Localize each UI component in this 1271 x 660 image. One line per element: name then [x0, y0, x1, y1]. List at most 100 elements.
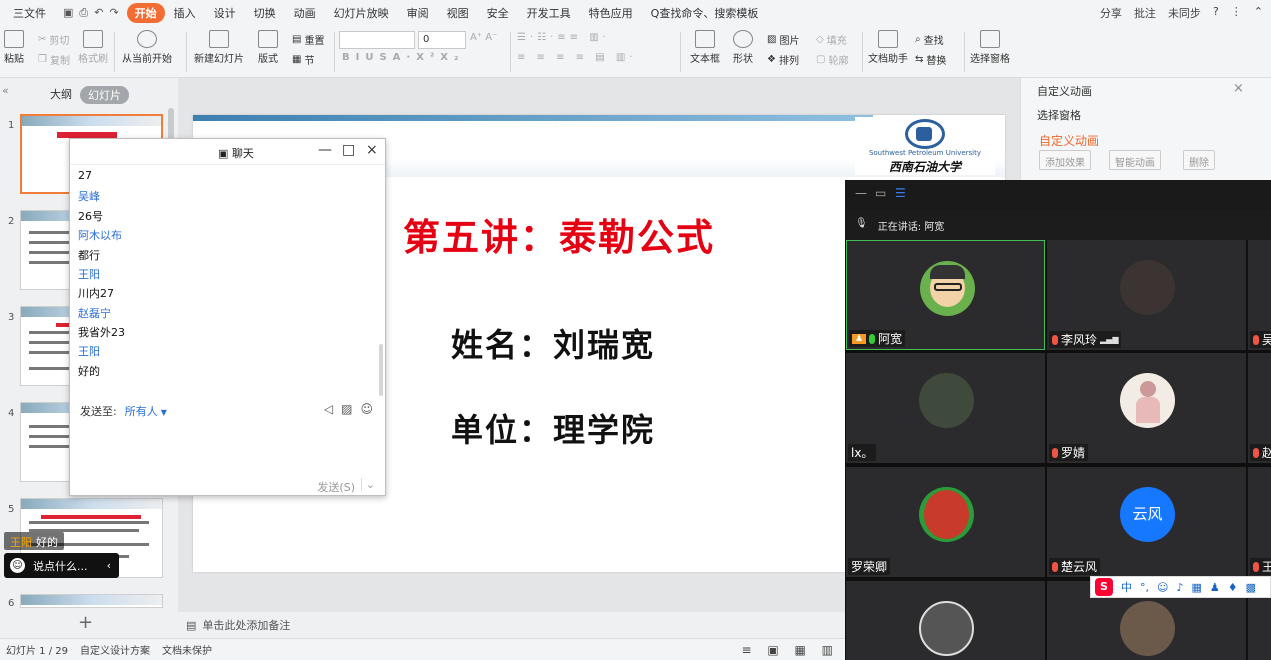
replace-button[interactable]: ⇆ 替换	[915, 52, 946, 67]
participant-tile[interactable]: 吴	[1248, 240, 1271, 350]
outline-button[interactable]: ▢ 轮廓	[816, 52, 848, 67]
reset-button[interactable]: ▤ 重置	[292, 32, 324, 47]
collapse-icon[interactable]: ⌃	[1254, 5, 1263, 21]
collapse-panel-icon[interactable]: «	[2, 84, 9, 97]
paste-button[interactable]: 粘贴	[4, 30, 24, 65]
view-buttons[interactable]: ≡ ▣ ▦ ▥	[735, 643, 845, 657]
users-icon[interactable]: ☺	[360, 402, 373, 416]
layout-button[interactable]: 版式	[258, 30, 278, 65]
section-button[interactable]: ▦ 节	[292, 52, 314, 67]
font-size-select[interactable]: 0	[418, 31, 466, 49]
undo-icon[interactable]: ↶	[94, 6, 103, 20]
sync-status[interactable]: 未同步	[1168, 5, 1201, 21]
copy-button[interactable]: ❐ 复制	[38, 52, 70, 67]
command-search[interactable]: Q查找命令、搜索模板	[642, 5, 768, 21]
share-button[interactable]: 分享	[1100, 5, 1122, 21]
align-buttons[interactable]: ≡ ≡ ≡ ≡ ▤ ▥·	[517, 52, 636, 63]
smile-icon[interactable]: ☺	[10, 558, 25, 573]
close-icon[interactable]: ×	[1233, 81, 1244, 96]
send-options-chevron-icon[interactable]: ⌄	[360, 478, 375, 491]
maximize-icon[interactable]: □	[342, 142, 355, 158]
delete-button[interactable]: 删除	[1183, 150, 1215, 170]
tab-outline[interactable]: 大纲	[50, 86, 72, 102]
screenshot-icon[interactable]: ◁	[324, 402, 333, 416]
font-style-buttons[interactable]: BIUSA·X²X₂	[342, 52, 464, 63]
more-icon[interactable]: ⋮	[1231, 5, 1242, 21]
minimize-icon[interactable]: —	[318, 142, 332, 158]
tab-features[interactable]: 特色应用	[580, 5, 642, 21]
mic-icon[interactable]: ♪	[1176, 581, 1183, 594]
ime-language[interactable]: 中	[1121, 579, 1132, 595]
sogou-icon[interactable]: S	[1095, 578, 1113, 596]
tab-security[interactable]: 安全	[478, 5, 518, 21]
add-effect-button[interactable]: 添加效果	[1039, 150, 1091, 170]
participant-tile[interactable]	[846, 581, 1045, 660]
select-pane-link[interactable]: 选择窗格	[1037, 107, 1081, 123]
chat-input[interactable]	[70, 425, 385, 475]
tab-animation[interactable]: 动画	[285, 5, 325, 21]
add-slide-icon[interactable]: +	[78, 612, 93, 633]
grid-icon[interactable]: ▩	[1246, 581, 1256, 594]
tab-transition[interactable]: 切换	[245, 5, 285, 21]
image-icon[interactable]: ▨	[341, 402, 352, 416]
new-slide-button[interactable]: 新建幻灯片	[194, 30, 244, 65]
smart-animation-button[interactable]: 智能动画	[1109, 150, 1161, 170]
doc-helper-button[interactable]: 文档助手	[868, 30, 908, 65]
participant-tile[interactable]: lx。	[846, 353, 1045, 463]
tab-design[interactable]: 设计	[205, 5, 245, 21]
help-icon[interactable]: ?	[1213, 5, 1219, 21]
chat-titlebar[interactable]: ▣ 聊天 — □ ×	[70, 139, 385, 165]
format-painter-button[interactable]: 格式刷	[78, 30, 108, 65]
font-grow-icon[interactable]: A⁺ A⁻	[470, 32, 497, 43]
tab-home[interactable]: 开始	[126, 3, 165, 23]
emoji-icon[interactable]: ☺	[1157, 581, 1168, 594]
protect-status[interactable]: 文档未保护	[156, 642, 218, 657]
participant-tile[interactable]: 云风 楚云风	[1047, 467, 1246, 577]
print-icon[interactable]: ⎙	[79, 6, 88, 20]
keyboard-icon[interactable]: ▦	[1192, 581, 1202, 594]
chat-scrollbar[interactable]	[379, 344, 383, 396]
pane-header[interactable]: 自定义动画	[1037, 83, 1092, 99]
fill-button[interactable]: ◇ 填充	[816, 32, 847, 47]
redo-icon[interactable]: ↷	[109, 6, 118, 20]
participant-tile[interactable]: 李风玲 ▂▄▆	[1047, 240, 1246, 350]
menu-icon[interactable]: ☰	[895, 186, 906, 200]
mic-icon	[1052, 334, 1058, 345]
theme-name[interactable]: 自定义设计方案	[74, 642, 156, 657]
select-pane-button[interactable]: 选择窗格	[970, 30, 1010, 65]
minimize-icon[interactable]: —	[855, 186, 867, 200]
participant-tile[interactable]: ♟ 阿宽	[846, 240, 1045, 350]
participant-tile[interactable]: 罗荣卿	[846, 467, 1045, 577]
slide-thumbnail-6[interactable]	[20, 594, 163, 608]
shape-button[interactable]: 形状	[733, 30, 753, 65]
participant-tile[interactable]: 罗婧	[1047, 353, 1246, 463]
participant-tile[interactable]: 赵	[1248, 353, 1271, 463]
send-button[interactable]: 发送(S)	[317, 479, 355, 495]
collapse-icon[interactable]: ‹	[107, 559, 119, 572]
close-icon[interactable]: ×	[366, 142, 378, 158]
arrange-button[interactable]: ❖ 排列	[767, 52, 799, 67]
find-button[interactable]: ⌕ 查找	[915, 32, 944, 47]
user-icon[interactable]: ♟	[1210, 581, 1220, 594]
list-buttons[interactable]: ☰·☷·≡≡ ▥·	[517, 32, 610, 43]
tab-insert[interactable]: 插入	[165, 5, 205, 21]
say-something-bar[interactable]: ☺ 说点什么... ‹	[4, 553, 119, 578]
play-from-current-button[interactable]: 从当前开始	[122, 30, 172, 65]
tab-review[interactable]: 审阅	[398, 5, 438, 21]
send-to-selector[interactable]: 发送至: 所有人 ▼	[80, 403, 167, 419]
cut-button[interactable]: ✂ 剪切	[38, 32, 69, 47]
textbox-button[interactable]: 文本框	[690, 30, 720, 65]
participant-tile[interactable]: 王	[1248, 467, 1271, 577]
save-icon[interactable]: ▣	[63, 6, 73, 20]
tab-slideshow[interactable]: 幻灯片放映	[325, 5, 398, 21]
comment-button[interactable]: 批注	[1134, 5, 1156, 21]
file-menu[interactable]: 三文件	[4, 5, 55, 21]
picture-button[interactable]: ▨ 图片	[767, 32, 799, 47]
font-family-select[interactable]	[339, 31, 415, 49]
skin-icon[interactable]: ♦	[1228, 581, 1238, 594]
tab-developer[interactable]: 开发工具	[518, 5, 580, 21]
tab-view[interactable]: 视图	[438, 5, 478, 21]
punctuation-icon[interactable]: °,	[1140, 581, 1149, 594]
tab-slides[interactable]: 幻灯片	[80, 86, 129, 104]
window-icon[interactable]: ▭	[875, 186, 886, 200]
